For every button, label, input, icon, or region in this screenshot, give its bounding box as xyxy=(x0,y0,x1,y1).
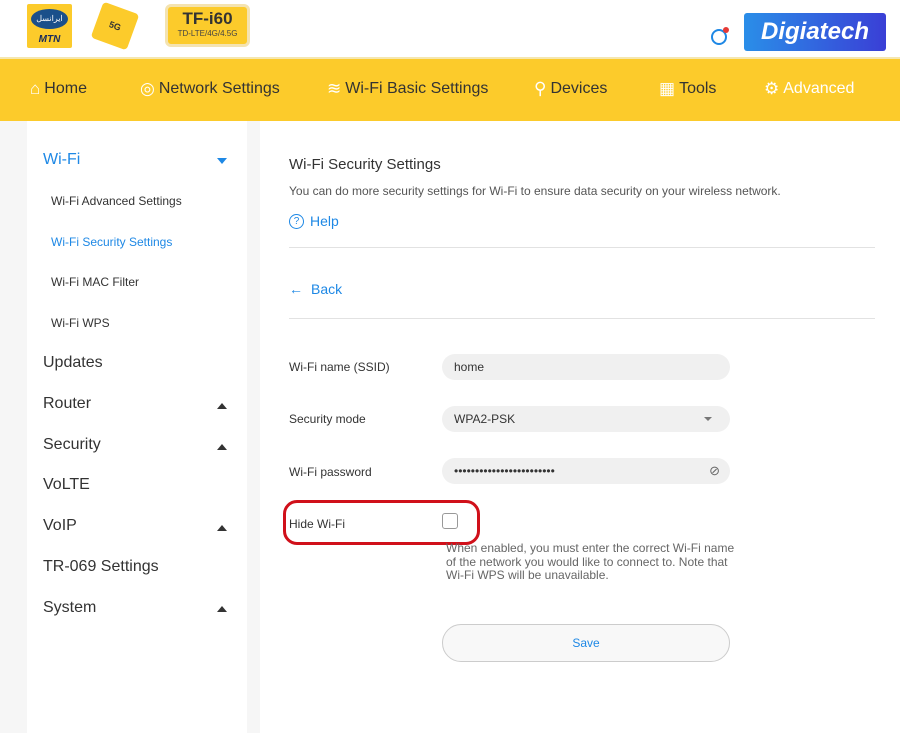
divider xyxy=(289,318,875,319)
hide-wifi-checkbox[interactable] xyxy=(442,513,458,529)
sidebar-item-security[interactable]: Security xyxy=(43,436,101,454)
sidebar-item-wifi-security[interactable]: Wi-Fi Security Settings xyxy=(51,235,172,249)
hide-wifi-note: When enabled, you must enter the correct… xyxy=(446,541,735,582)
main-content: Wi-Fi Security Settings You can do more … xyxy=(260,121,900,733)
sidebar-item-volte[interactable]: VoLTE xyxy=(43,476,90,494)
tools-icon: ▦ xyxy=(659,79,676,98)
sidebar-item-wifi[interactable]: Wi-Fi xyxy=(43,151,80,169)
security-mode-label: Security mode xyxy=(289,412,366,426)
ssid-label: Wi-Fi name (SSID) xyxy=(289,360,390,374)
5g-iot-logo: 5G xyxy=(90,1,140,51)
divider xyxy=(289,247,875,248)
home-icon: ⌂ xyxy=(30,79,41,98)
top-nav: ⌂ Home ◎ Network Settings ≋ Wi-Fi Basic Set… xyxy=(0,57,900,121)
chevron-up-icon[interactable] xyxy=(217,606,227,612)
top-header: ایرانسل MTN 5G TF-i60 TD-LTE/4G/4.5G Digia… xyxy=(0,0,900,57)
save-button[interactable]: Save xyxy=(442,624,730,662)
help-icon: ? xyxy=(289,213,304,229)
sidebar-item-wifi-mac-filter[interactable]: Wi-Fi MAC Filter xyxy=(51,275,139,289)
eye-slash-icon[interactable]: ⊘ xyxy=(709,458,720,484)
dropdown-arrow-icon xyxy=(704,417,712,421)
nav-wifi-basic-settings[interactable]: ≋ Wi-Fi Basic Settings xyxy=(327,79,488,99)
sidebar-item-updates[interactable]: Updates xyxy=(43,354,103,372)
gear-icon: ⚙ xyxy=(764,79,780,98)
page-description: You can do more security settings for Wi… xyxy=(289,184,781,198)
globe-icon: ◎ xyxy=(140,79,155,98)
wifi-icon: ≋ xyxy=(327,79,342,98)
chevron-up-icon[interactable] xyxy=(217,444,227,450)
page-title: Wi-Fi Security Settings xyxy=(289,156,441,173)
sidebar: Wi-Fi Wi-Fi Advanced Settings Wi-Fi Secu… xyxy=(27,121,247,733)
chevron-up-icon[interactable] xyxy=(217,525,227,531)
hide-wifi-label: Hide Wi-Fi xyxy=(289,517,345,531)
sidebar-item-router[interactable]: Router xyxy=(43,395,91,413)
mtn-logo: ایرانسل MTN xyxy=(27,4,72,48)
arrow-left-icon: ← xyxy=(289,281,303,297)
password-label: Wi-Fi password xyxy=(289,465,372,479)
password-input[interactable]: •••••••••••••••••••••••• ⊘ xyxy=(442,458,730,484)
nav-devices[interactable]: ⚲ Devices xyxy=(534,79,607,99)
nav-home[interactable]: ⌂ Home xyxy=(30,79,87,99)
digiatech-logo: Digiatech xyxy=(744,13,886,51)
devices-icon: ⚲ xyxy=(534,79,547,98)
back-link[interactable]: ← Back xyxy=(289,281,342,297)
sidebar-item-system[interactable]: System xyxy=(43,599,96,617)
sidebar-item-tr069[interactable]: TR-069 Settings xyxy=(43,558,159,576)
sidebar-item-wifi-advanced[interactable]: Wi-Fi Advanced Settings xyxy=(51,194,182,208)
model-logo: TF-i60 TD-LTE/4G/4.5G xyxy=(165,4,250,47)
security-mode-select[interactable]: WPA2-PSK xyxy=(442,406,730,432)
nav-network-settings[interactable]: ◎ Network Settings xyxy=(140,79,280,99)
nav-tools[interactable]: ▦ Tools xyxy=(659,79,716,99)
chevron-down-icon[interactable] xyxy=(217,158,227,164)
nav-advanced[interactable]: ⚙ Advanced xyxy=(764,79,854,99)
help-link[interactable]: ? Help xyxy=(289,213,339,229)
sidebar-item-voip[interactable]: VoIP xyxy=(43,517,77,535)
ssid-input[interactable]: home xyxy=(442,354,730,380)
chevron-up-icon[interactable] xyxy=(217,403,227,409)
sidebar-item-wifi-wps[interactable]: Wi-Fi WPS xyxy=(51,316,110,330)
chat-icon[interactable] xyxy=(711,27,729,45)
